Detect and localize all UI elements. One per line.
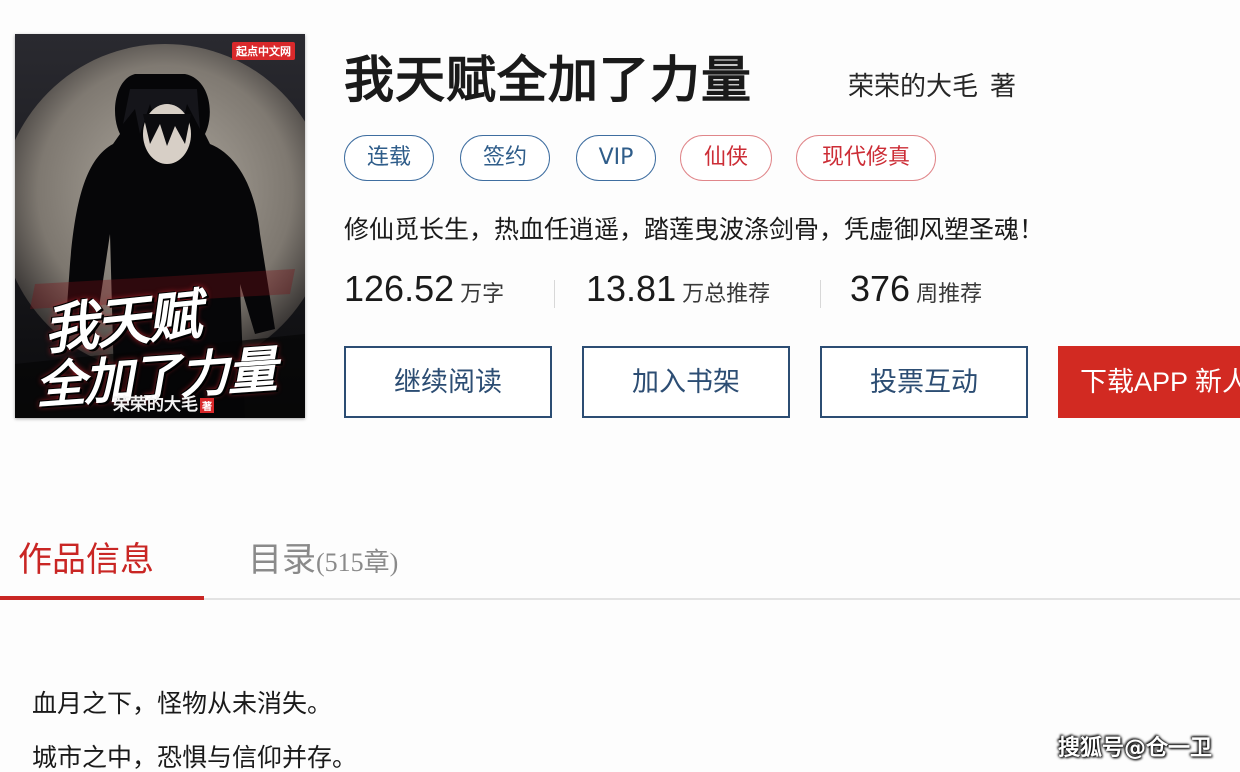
download-app-button[interactable]: 下载APP 新人 [1058, 346, 1240, 418]
tab-table-of-contents[interactable]: 目录(515章) [248, 532, 398, 581]
description-line: 血月之下，怪物从未消失。 [32, 689, 333, 718]
author-line: 荣荣的大毛著 [848, 66, 1016, 103]
book-intro: 修仙觅长生，热血任逍遥，踏莲曳波涤剑骨，凭虚御风塑圣魂！ [344, 215, 1045, 244]
book-detail-page: 起点中文网 我天赋 全加了力量 荣荣的大毛著 我天赋全加了力量 荣荣的大毛著 连… [0, 0, 1240, 772]
stat-weekly-recommend-value: 376 [850, 268, 911, 309]
add-to-shelf-button[interactable]: 加入书架 [582, 346, 790, 418]
tag-serializing[interactable]: 连载 [344, 135, 434, 181]
stat-word-count-value: 126.52 [344, 268, 455, 309]
stat-total-recommend-value: 13.81 [586, 268, 677, 309]
tag-genre[interactable]: 仙侠 [680, 135, 772, 181]
vote-button[interactable]: 投票互动 [820, 346, 1028, 418]
tab-toc-label: 目录 [248, 540, 316, 580]
tab-book-info[interactable]: 作品信息 [18, 532, 154, 581]
book-title: 我天赋全加了力量 [344, 51, 752, 109]
author-name-link[interactable]: 荣荣的大毛 [848, 72, 978, 102]
stat-word-count: 126.52 万字 [344, 268, 504, 310]
tag-subgenre[interactable]: 现代修真 [796, 135, 936, 181]
stat-weekly-recommend-unit: 周推荐 [916, 282, 983, 307]
stat-divider [820, 280, 821, 308]
tag-signed[interactable]: 签约 [460, 135, 550, 181]
stat-word-count-unit: 万字 [460, 282, 505, 307]
book-cover[interactable]: 起点中文网 我天赋 全加了力量 荣荣的大毛著 [15, 34, 305, 418]
stat-divider [554, 280, 555, 308]
description-line: 城市之中，恐惧与信仰并存。 [32, 743, 358, 772]
watermark: 搜狐号@仓一卫 [1057, 736, 1212, 761]
active-tab-indicator [0, 596, 204, 600]
cover-author-mark: 著 [200, 398, 214, 413]
tag-vip[interactable]: VIP [576, 135, 656, 181]
stat-total-recommend: 13.81 万总推荐 [586, 268, 770, 310]
continue-reading-button[interactable]: 继续阅读 [344, 346, 552, 418]
cover-publisher-badge: 起点中文网 [232, 42, 295, 60]
stat-weekly-recommend: 376 周推荐 [850, 268, 982, 310]
author-suffix: 著 [990, 72, 1017, 102]
stat-total-recommend-unit: 万总推荐 [682, 282, 771, 307]
cover-author: 荣荣的大毛著 [113, 390, 214, 415]
cover-author-name: 荣荣的大毛 [113, 395, 198, 415]
tab-toc-count: (515章) [316, 548, 399, 577]
